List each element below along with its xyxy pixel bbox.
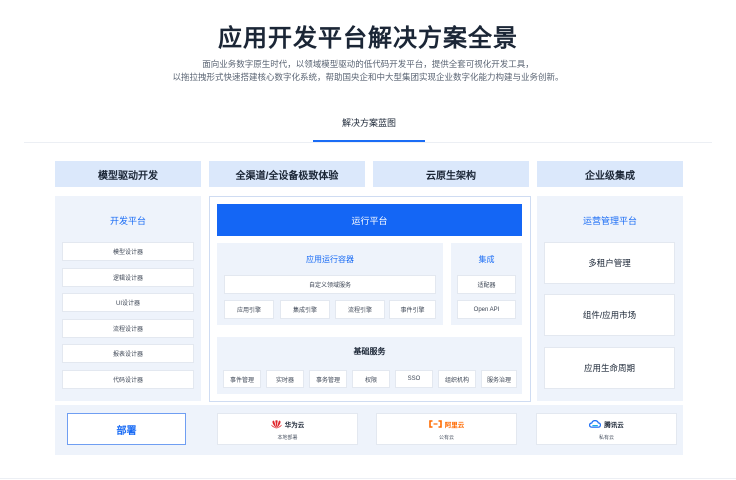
base-item-event-management[interactable]: 事件管理 (223, 370, 261, 388)
dev-item-logic-designer[interactable]: 逻辑设计器 (62, 268, 194, 287)
base-item-timer[interactable]: 实时器 (266, 370, 304, 388)
cloud-huawei[interactable]: 华为云 本地部署 (217, 413, 358, 445)
cloud-aliyun-sub: 公有云 (438, 435, 454, 441)
cloud-tencent[interactable]: 腾讯云 私有云 (536, 413, 677, 445)
base-item-sso[interactable]: SSO (395, 370, 433, 388)
dev-item-report-designer[interactable]: 报表设计器 (62, 344, 194, 363)
deploy-label: 部署 (67, 413, 186, 445)
runtime-platform-bar: 运行平台 (217, 204, 522, 236)
dev-item-model-designer[interactable]: 模型设计器 (62, 242, 194, 261)
cloud-tencent-sub: 私有云 (598, 435, 614, 441)
column-header-model-driven: 模型驱动开发 (55, 161, 201, 187)
tab-solution-blueprint[interactable]: 解决方案蓝图 (313, 116, 425, 129)
base-services-title: 基础服务 (353, 347, 386, 356)
app-runtime-container-title: 应用运行容器 (306, 255, 354, 264)
cloud-aliyun-logo: 阿里云 (377, 419, 516, 429)
dev-item-process-designer[interactable]: 流程设计器 (62, 319, 194, 338)
tencent-cloud-logo-icon (589, 420, 602, 428)
subtitle-line-2: 以拖拉拽形式快速搭建核心数字化系统，帮助国央企和中大型集团实现企业数字化能力构建… (172, 72, 564, 82)
aliyun-logo-icon (428, 420, 442, 428)
base-item-transaction[interactable]: 事务管理 (309, 370, 347, 388)
cloud-tencent-name: 腾讯云 (604, 422, 624, 429)
integration-open-api[interactable]: Open API (457, 300, 516, 319)
integration-adapter[interactable]: 适配器 (457, 275, 516, 294)
tab-divider (24, 142, 712, 143)
engine-event[interactable]: 事件引擎 (389, 300, 436, 319)
column-header-enterprise-integration: 企业级集成 (537, 161, 683, 187)
base-item-permission[interactable]: 权限 (352, 370, 390, 388)
page-title: 应用开发平台解决方案全景 (218, 25, 518, 52)
dev-item-code-designer[interactable]: 代码设计器 (62, 370, 194, 389)
cloud-huawei-sub: 本地部署 (277, 435, 298, 441)
dev-item-ui-designer[interactable]: UI设计器 (62, 293, 194, 312)
column-header-omnichannel: 全渠道/全设备极致体验 (209, 161, 365, 187)
integration-title: 集成 (478, 255, 495, 264)
cloud-aliyun-name: 阿里云 (444, 422, 465, 429)
ops-platform-title: 运营管理平台 (582, 216, 637, 226)
column-header-cloud-native: 云原生架构 (373, 161, 529, 187)
base-item-service-governance[interactable]: 服务治理 (481, 370, 517, 388)
engine-process[interactable]: 流程引擎 (335, 300, 385, 319)
active-tab-indicator (313, 140, 425, 142)
cloud-huawei-name: 华为云 (284, 422, 305, 429)
ops-item-multi-tenant[interactable]: 多租户管理 (544, 242, 675, 284)
cloud-huawei-logo: 华为云 (218, 419, 357, 429)
custom-domain-service[interactable]: 自定义领域服务 (224, 275, 436, 294)
huawei-logo-icon (270, 419, 282, 429)
cloud-tencent-logo: 腾讯云 (537, 419, 676, 429)
bottom-divider (0, 478, 736, 479)
subtitle-line-1: 面向业务数字原生时代，以领域模型驱动的低代码开发平台，提供全套可视化开发工具， (202, 59, 534, 69)
ops-item-marketplace[interactable]: 组件/应用市场 (544, 294, 675, 336)
ops-item-lifecycle[interactable]: 应用生命周期 (544, 347, 675, 389)
engine-app[interactable]: 应用引擎 (224, 300, 274, 319)
base-item-organization[interactable]: 组织机构 (438, 370, 476, 388)
engine-integration[interactable]: 集成引擎 (280, 300, 330, 319)
dev-platform-title: 开发平台 (109, 216, 146, 226)
cloud-aliyun[interactable]: 阿里云 公有云 (376, 413, 517, 445)
page-subtitle: 面向业务数字原生时代，以领域模型驱动的低代码开发平台，提供全套可视化开发工具， … (0, 58, 736, 84)
